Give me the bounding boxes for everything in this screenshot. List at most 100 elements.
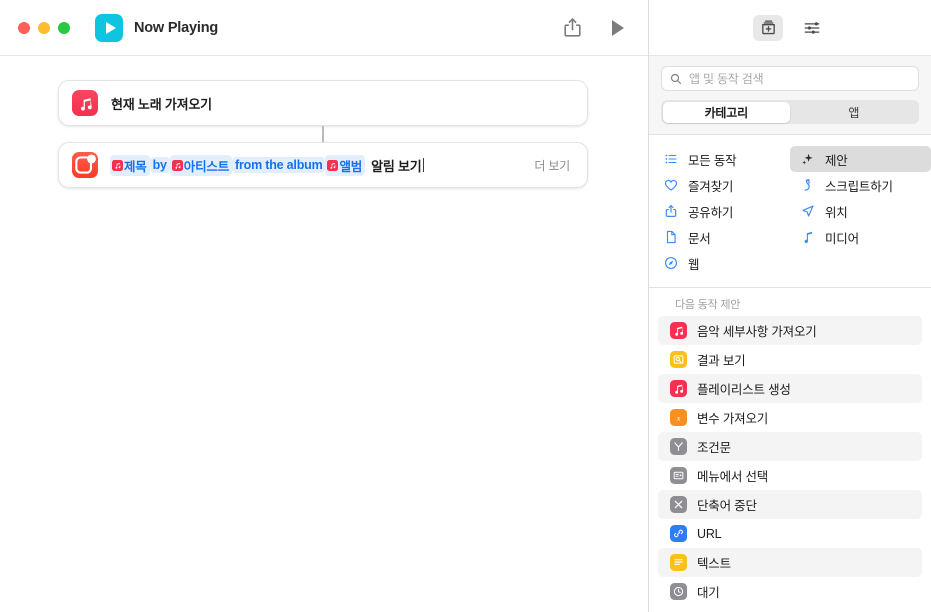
list-item[interactable]: x 변수 가져오기 xyxy=(658,403,922,432)
music-note-icon xyxy=(112,159,123,171)
list-item[interactable]: 메뉴에서 선택 xyxy=(658,461,922,490)
music-note-icon xyxy=(171,159,183,171)
sparkles-icon xyxy=(800,151,816,167)
list-item-label: 조건문 xyxy=(697,441,731,455)
music-note-icon xyxy=(800,229,816,245)
category-scripting[interactable]: 스크립트하기 xyxy=(790,172,931,198)
list-item[interactable]: 조건문 xyxy=(658,432,922,461)
category-label: 모든 동작 xyxy=(688,153,737,168)
list-item-label: 단축어 중단 xyxy=(697,499,757,513)
list-item[interactable]: 결과 보기 xyxy=(658,345,922,374)
token-artist[interactable]: 아티스트 xyxy=(169,154,232,176)
category-location[interactable]: 위치 xyxy=(790,198,931,224)
share-button[interactable] xyxy=(563,17,582,38)
token-title[interactable]: 제목 xyxy=(110,154,150,176)
music-note-icon xyxy=(72,90,98,116)
music-note-icon xyxy=(670,322,687,339)
list-item[interactable]: 텍스트 xyxy=(658,548,922,577)
suggestions-header: 다음 동작 제안 xyxy=(675,299,741,311)
list-item-label: 변수 가져오기 xyxy=(697,412,769,426)
shortcut-play-icon xyxy=(95,13,123,42)
category-suggestions[interactable]: 제안 xyxy=(790,146,931,172)
heart-icon xyxy=(663,177,679,193)
svg-text:x: x xyxy=(676,413,681,422)
category-label: 제안 xyxy=(825,153,848,168)
list-item-label: 텍스트 xyxy=(697,557,731,571)
segment-apps[interactable]: 앱 xyxy=(790,102,918,123)
sidebar-toolbar xyxy=(649,0,931,56)
branch-icon xyxy=(670,438,687,455)
share-icon xyxy=(663,203,679,219)
token-text-by: by xyxy=(149,157,170,173)
action-title: 현재 노래 가져오기 xyxy=(111,96,212,112)
suggestions-list: 다음 동작 제안 음악 세부사항 가져오기 결과 보기 플레이리스트 생성 x … xyxy=(649,288,931,612)
search-section: 앱 및 동작 검색 카테고리 앱 xyxy=(649,56,931,135)
action-trailing-text: 알림 보기 xyxy=(371,158,422,174)
category-grid: 모든 동작 즐겨찾기 공유하기 문서 웹 제안 스크립트하기 위치 미디어 xyxy=(649,135,931,288)
run-shortcut-button[interactable] xyxy=(612,19,624,36)
list-item-label: 메뉴에서 선택 xyxy=(697,470,769,484)
variable-icon: x xyxy=(670,409,687,426)
minimize-button[interactable] xyxy=(38,21,50,34)
category-media[interactable]: 미디어 xyxy=(790,224,931,250)
titlebar-actions xyxy=(563,17,630,38)
list-item[interactable]: 단축어 중단 xyxy=(658,490,922,519)
quicklook-icon xyxy=(670,351,687,368)
zoom-button[interactable] xyxy=(58,21,70,34)
notification-token-line[interactable]: 제목 by 아티스트 from the album 앨범 알림 보기 xyxy=(110,154,425,176)
category-label: 위치 xyxy=(825,205,848,220)
link-icon xyxy=(670,525,687,542)
list-item[interactable]: 플레이리스트 생성 xyxy=(658,374,922,403)
list-item[interactable]: URL xyxy=(658,519,922,548)
x-icon xyxy=(670,496,687,513)
sliders-icon xyxy=(804,21,820,34)
category-label: 공유하기 xyxy=(688,205,734,220)
token-artist-label: 아티스트 xyxy=(183,159,229,174)
search-placeholder: 앱 및 동작 검색 xyxy=(689,72,764,86)
search-input[interactable]: 앱 및 동작 검색 xyxy=(661,66,919,91)
compass-icon xyxy=(663,255,679,271)
list-item[interactable]: 대기 xyxy=(658,577,922,606)
token-text-from-album: from the album xyxy=(232,157,326,173)
music-note-glyph xyxy=(80,97,92,111)
category-favorites[interactable]: 즐겨찾기 xyxy=(649,172,790,198)
shortcut-details-button[interactable] xyxy=(797,15,827,41)
menu-icon xyxy=(670,467,687,484)
show-more-button[interactable]: 더 보기 xyxy=(534,157,574,174)
text-lines-icon xyxy=(670,554,687,571)
library-segmented-control[interactable]: 카테고리 앱 xyxy=(661,100,919,124)
token-album-label: 앨범 xyxy=(339,159,363,174)
action-connector xyxy=(322,126,324,142)
play-triangle-icon xyxy=(105,21,116,34)
category-documents[interactable]: 문서 xyxy=(649,224,790,250)
category-label: 미디어 xyxy=(825,231,859,246)
list-item[interactable]: 음악 세부사항 가져오기 xyxy=(658,316,922,345)
close-button[interactable] xyxy=(18,21,30,34)
action-card-show-notification[interactable]: 제목 by 아티스트 from the album 앨범 알림 보기 더 보기 xyxy=(58,142,588,188)
category-column-right: 제안 스크립트하기 위치 미디어 xyxy=(790,146,931,276)
action-library-button[interactable] xyxy=(753,14,783,41)
segment-categories[interactable]: 카테고리 xyxy=(662,101,790,123)
shortcuts-window: Now Playing 현재 노래 가져오기 제목 by 아티스트 from t… xyxy=(0,0,931,612)
script-icon xyxy=(800,177,816,193)
page-title: Now Playing xyxy=(134,19,219,36)
category-all-actions[interactable]: 모든 동작 xyxy=(649,146,790,172)
share-icon xyxy=(564,18,581,37)
category-column-left: 모든 동작 즐겨찾기 공유하기 문서 웹 xyxy=(649,146,790,276)
category-web[interactable]: 웹 xyxy=(649,250,790,276)
window-titlebar: Now Playing xyxy=(0,0,648,56)
text-cursor xyxy=(422,158,425,172)
category-label: 스크립트하기 xyxy=(825,179,893,194)
add-action-icon xyxy=(761,20,775,35)
editor-pane: Now Playing 현재 노래 가져오기 제목 by 아티스트 from t… xyxy=(0,0,648,612)
location-arrow-icon xyxy=(800,203,816,219)
music-note-icon xyxy=(670,380,687,397)
action-card-get-current-song[interactable]: 현재 노래 가져오기 xyxy=(58,80,588,126)
shortcut-canvas: 현재 노래 가져오기 제목 by 아티스트 from the album 앨범 … xyxy=(0,56,648,612)
list-item-label: 음악 세부사항 가져오기 xyxy=(697,325,817,339)
play-icon xyxy=(612,19,624,36)
category-sharing[interactable]: 공유하기 xyxy=(649,198,790,224)
category-label: 웹 xyxy=(688,257,700,272)
token-album[interactable]: 앨범 xyxy=(325,154,366,176)
search-icon xyxy=(670,73,682,84)
